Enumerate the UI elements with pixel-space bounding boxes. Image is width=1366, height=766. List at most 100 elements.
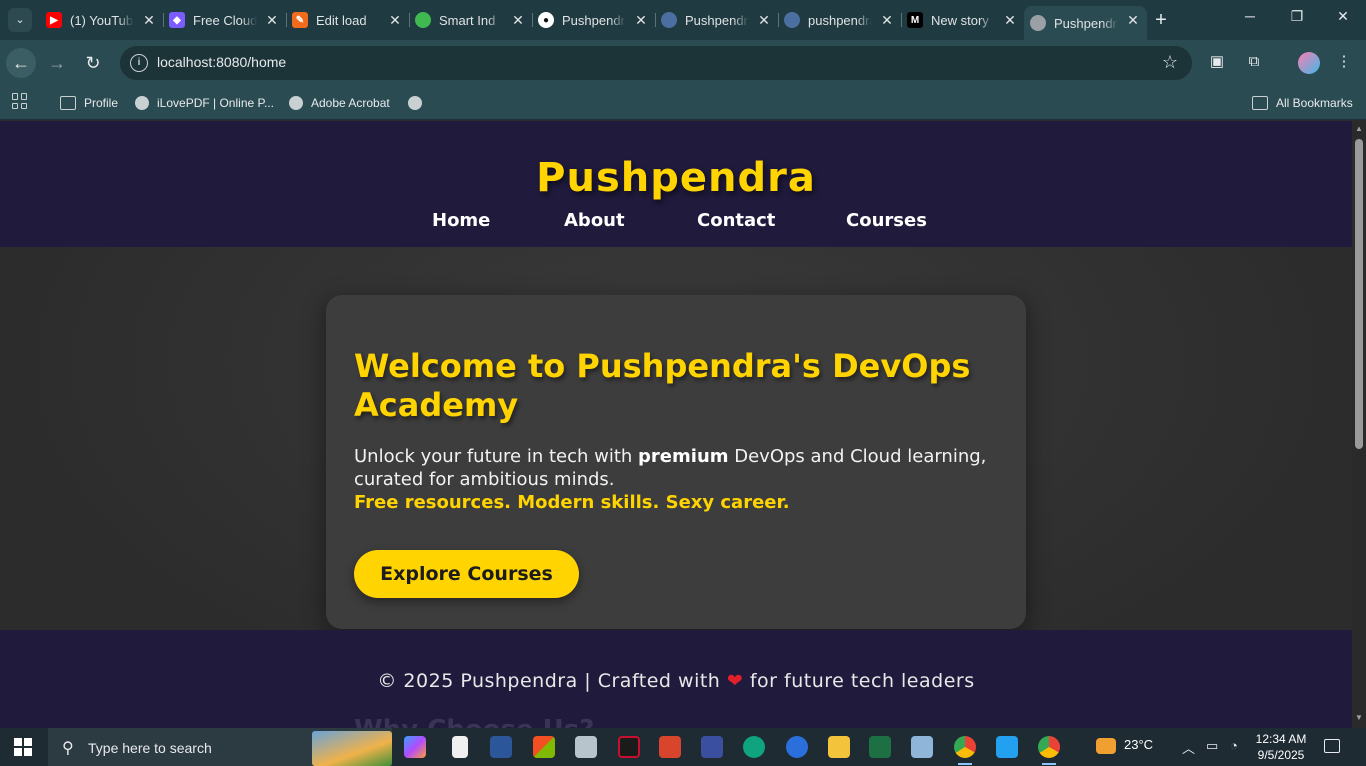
windows-start-icon[interactable]	[14, 738, 32, 756]
taskbar: ⚲ Type here to search 23°C ︿ ▭ ◔ 12:34 A…	[0, 728, 1366, 766]
nav-about[interactable]: About	[564, 210, 625, 231]
scroll-down-arrow-icon[interactable]: ▼	[1354, 713, 1364, 722]
address-bar[interactable]: i localhost:8080/home ☆	[120, 46, 1192, 80]
intellij-icon[interactable]	[618, 736, 640, 758]
tab-hashnode-2[interactable]: pushpendra ✕	[778, 6, 902, 34]
remote-desktop-icon[interactable]	[575, 736, 597, 758]
weather-widget[interactable]: 23°C	[1096, 737, 1153, 754]
tab-free-cloud[interactable]: ◆ Free Cloud ✕	[163, 6, 287, 34]
taskbar-search-placeholder: Type here to search	[88, 740, 212, 756]
wifi-icon[interactable]: ◔	[1230, 738, 1238, 753]
site-header: Pushpendra Home About Contact Courses	[0, 121, 1352, 247]
explore-courses-button[interactable]: Explore Courses	[354, 550, 579, 598]
tab-title: New story	[931, 12, 989, 28]
github-icon: ●	[538, 12, 554, 28]
medium-icon: M	[907, 12, 923, 28]
minimize-button[interactable]: ─	[1238, 8, 1262, 24]
site-info-icon[interactable]: i	[130, 54, 148, 72]
tab-edit-load[interactable]: ✎ Edit load ✕	[286, 6, 410, 34]
chrome-profile-icon[interactable]	[1038, 736, 1060, 765]
copilot-icon[interactable]	[404, 736, 426, 758]
tab-title: pushpendra	[808, 12, 872, 28]
edge-cortana-icon[interactable]	[786, 736, 808, 758]
site-footer: © 2025 Pushpendra | Crafted with ❤ for f…	[0, 630, 1352, 728]
search-highlight-art	[312, 731, 392, 766]
hero-description: Unlock your future in tech with premium …	[354, 445, 1010, 514]
tab-strip: ⌄ ▶ (1) YouTube ✕ ◆ Free Cloud ✕ ✎ Edit …	[0, 0, 1366, 40]
close-icon[interactable]: ✕	[879, 12, 895, 28]
tab-github[interactable]: ● Pushpendra ✕	[532, 6, 656, 34]
notepad-icon[interactable]	[452, 736, 468, 758]
battery-icon[interactable]: ▭	[1206, 738, 1218, 754]
jetbrains-icon[interactable]	[659, 736, 681, 758]
heart-icon: ❤	[726, 670, 744, 692]
clock-date: 9/5/2025	[1257, 748, 1305, 762]
folder-icon	[1252, 96, 1268, 110]
new-tab-button[interactable]: +	[1150, 9, 1172, 31]
url-text[interactable]: localhost:8080/home	[157, 54, 286, 70]
bookmark-label: Adobe Acrobat	[311, 96, 390, 110]
extensions-icon[interactable]: ⧉	[1244, 52, 1264, 72]
hashnode-icon	[661, 12, 677, 28]
bookmark-profile[interactable]: Profile	[60, 93, 118, 113]
close-icon[interactable]: ✕	[1125, 12, 1141, 28]
taskbar-search[interactable]: ⚲ Type here to search	[48, 728, 392, 766]
bookmark-star-icon[interactable]: ☆	[1162, 52, 1178, 73]
nav-home[interactable]: Home	[432, 210, 490, 231]
tab-title: Smart Ind	[439, 12, 496, 28]
tray-chevron-icon[interactable]: ︿	[1182, 738, 1195, 757]
close-icon[interactable]: ✕	[387, 12, 403, 28]
apps-grid-icon[interactable]	[12, 93, 28, 109]
reload-button[interactable]: ↻	[78, 48, 108, 78]
bookmark-ilovepdf[interactable]: iLovePDF | Online P...	[135, 93, 274, 113]
bookmark-globe[interactable]	[408, 93, 430, 113]
tab-hashnode-1[interactable]: Pushpendra ✕	[655, 6, 779, 34]
tab-active-pushpendra[interactable]: Pushpendra ✕	[1024, 6, 1147, 40]
menu-kebab-icon[interactable]: ⋮	[1334, 52, 1354, 72]
media-icon[interactable]: ▣	[1207, 52, 1227, 72]
scroll-thumb[interactable]	[1355, 139, 1363, 449]
bookmark-adobe-acrobat[interactable]: Adobe Acrobat	[289, 93, 390, 113]
notifications-icon[interactable]	[1324, 739, 1340, 753]
page-scrollbar[interactable]: ▲ ▼	[1352, 121, 1366, 728]
footer-suffix: for future tech leaders	[743, 670, 975, 692]
all-bookmarks-button[interactable]: All Bookmarks	[1252, 93, 1353, 113]
chrome-icon[interactable]	[954, 736, 976, 765]
close-icon[interactable]: ✕	[141, 12, 157, 28]
snipping-tool-icon[interactable]	[911, 736, 933, 758]
close-icon[interactable]: ✕	[756, 12, 772, 28]
chatgpt-icon[interactable]	[743, 736, 765, 758]
excel-icon[interactable]	[869, 736, 891, 758]
close-window-button[interactable]: ✕	[1331, 8, 1355, 25]
close-icon[interactable]: ✕	[1002, 12, 1018, 28]
hero-tagline: Free resources. Modern skills. Sexy care…	[354, 492, 790, 513]
tab-title: Pushpendra	[1054, 15, 1118, 31]
tab-medium[interactable]: M New story ✕	[901, 6, 1024, 34]
word-icon[interactable]	[490, 736, 512, 758]
forward-button[interactable]: →	[42, 48, 72, 78]
close-icon[interactable]: ✕	[633, 12, 649, 28]
tab-title: Pushpendra	[562, 12, 626, 28]
globe-icon	[1030, 15, 1046, 31]
next-section-heading: Why Choose Us?	[354, 715, 594, 728]
page-viewport: Pushpendra Home About Contact Courses We…	[0, 121, 1352, 728]
site-brand[interactable]: Pushpendra	[0, 155, 1352, 201]
nav-contact[interactable]: Contact	[697, 210, 775, 231]
nav-courses[interactable]: Courses	[846, 210, 927, 231]
store-icon[interactable]	[533, 736, 555, 758]
app-window-icon[interactable]	[701, 736, 723, 758]
tab-smart-ind[interactable]: Smart Ind ✕	[409, 6, 533, 34]
vscode-icon[interactable]	[996, 736, 1018, 758]
restore-button[interactable]: ❐	[1285, 8, 1309, 25]
profile-avatar[interactable]	[1298, 52, 1320, 74]
close-icon[interactable]: ✕	[510, 12, 526, 28]
tab-youtube[interactable]: ▶ (1) YouTube ✕	[40, 6, 164, 34]
back-button[interactable]: ←	[6, 48, 36, 78]
taskbar-clock[interactable]: 12:34 AM 9/5/2025	[1250, 731, 1312, 763]
close-icon[interactable]: ✕	[264, 12, 280, 28]
hero-desc-prefix: Unlock your future in tech with	[354, 446, 639, 467]
scroll-up-arrow-icon[interactable]: ▲	[1354, 124, 1364, 133]
file-explorer-icon[interactable]	[828, 736, 850, 758]
bookmark-label: Profile	[84, 96, 119, 110]
tab-search-button[interactable]: ⌄	[8, 8, 32, 32]
